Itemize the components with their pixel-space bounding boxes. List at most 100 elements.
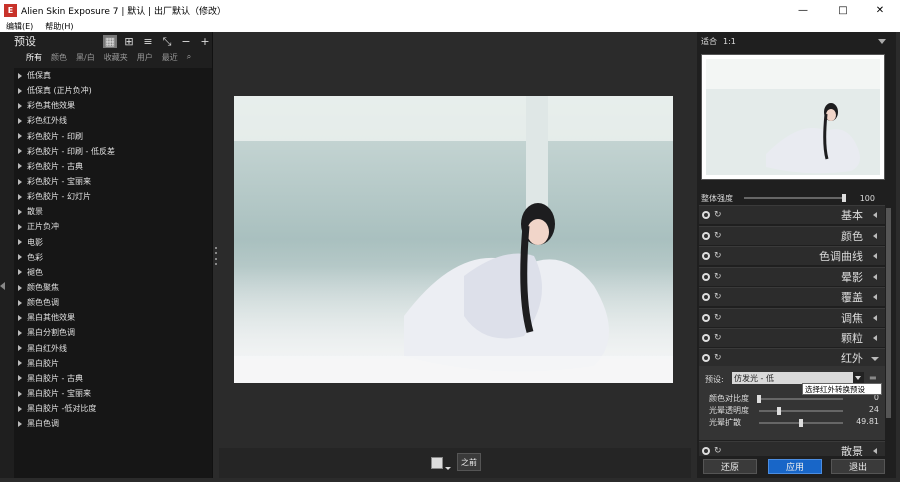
preset-menu-icon[interactable]: ▬ (869, 373, 877, 382)
preset-category[interactable]: 黑白分割色调 (14, 325, 212, 340)
section-header[interactable]: ↻ 颗粒 (699, 328, 885, 347)
preset-category[interactable]: 黑白红外线 (14, 341, 212, 356)
background-color-swatch[interactable] (431, 457, 443, 469)
zoom-label[interactable]: 1:1 (723, 37, 736, 46)
expand-arrow-icon[interactable] (18, 72, 22, 79)
preset-category[interactable]: 低保真 (14, 68, 212, 83)
section-header[interactable]: ↻ 覆盖 (699, 287, 885, 306)
section-enable-toggle[interactable] (702, 211, 710, 219)
section-reset-icon[interactable]: ↻ (714, 251, 722, 261)
section-reset-icon[interactable]: ↻ (714, 313, 722, 323)
expand-arrow-icon[interactable] (18, 223, 22, 230)
before-button[interactable]: 之前 (457, 453, 481, 471)
section-enable-toggle[interactable] (702, 334, 710, 342)
expand-arrow-icon[interactable] (18, 345, 22, 352)
panel-splitter[interactable] (214, 247, 218, 265)
expand-arrow-icon[interactable] (18, 254, 22, 261)
preset-category[interactable]: 彩色胶片 - 宝丽来 (14, 174, 212, 189)
preset-category[interactable]: 颜色色调 (14, 295, 212, 310)
menu-help[interactable]: 帮助(H) (45, 21, 73, 32)
filter-color[interactable]: 颜色 (51, 52, 67, 63)
section-reset-icon[interactable]: ↻ (714, 333, 722, 343)
expand-arrow-icon[interactable] (18, 117, 22, 124)
preset-category[interactable]: 彩色胶片 - 幻灯片 (14, 189, 212, 204)
expand-arrow-icon[interactable] (873, 233, 877, 239)
expand-arrow-icon[interactable] (18, 133, 22, 140)
filter-bw[interactable]: 黑/白 (76, 52, 95, 63)
section-header[interactable]: ↻ 色调曲线 (699, 246, 885, 265)
expand-arrow-icon[interactable] (18, 148, 22, 155)
expand-arrow-icon[interactable] (18, 299, 22, 306)
collapse-left-panel-icon[interactable] (0, 282, 5, 290)
expand-arrow-icon[interactable] (873, 315, 877, 321)
section-enable-toggle[interactable] (702, 252, 710, 260)
section-header[interactable]: ↻ 晕影 (699, 267, 885, 286)
section-header[interactable]: ↻ 基本 (699, 205, 885, 224)
navigator-thumbnail[interactable] (701, 54, 885, 180)
preset-category[interactable]: 黑白胶片 (14, 356, 212, 371)
preset-category[interactable]: 黑白胶片 - 宝丽来 (14, 386, 212, 401)
filter-favorites[interactable]: 收藏夹 (104, 52, 128, 63)
reset-button[interactable]: 还原 (703, 459, 757, 474)
ir-slider-handle[interactable] (757, 395, 761, 403)
expand-arrow-icon[interactable] (18, 375, 22, 382)
preset-category[interactable]: 彩色其他效果 (14, 98, 212, 113)
expand-arrow-icon[interactable] (18, 269, 22, 276)
section-header[interactable]: ↻ 调焦 (699, 308, 885, 327)
intensity-slider-handle[interactable] (842, 194, 846, 202)
expand-arrow-icon[interactable] (18, 87, 22, 94)
menu-edit[interactable]: 编辑(E) (6, 21, 33, 32)
remove-preset-icon[interactable]: − (179, 35, 193, 48)
expand-arrow-icon[interactable] (18, 405, 22, 412)
section-reset-icon[interactable]: ↻ (714, 446, 722, 456)
preset-category[interactable]: 黑白其他效果 (14, 310, 212, 325)
expand-arrow-icon[interactable] (18, 360, 22, 367)
expand-arrow-icon[interactable] (18, 178, 22, 185)
fit-label[interactable]: 适合 (701, 36, 717, 47)
ir-slider-track[interactable] (759, 410, 843, 412)
preset-category[interactable]: 彩色红外线 (14, 113, 212, 128)
expand-arrow-icon[interactable] (18, 239, 22, 246)
ir-slider-handle[interactable] (777, 407, 782, 415)
filter-all[interactable]: 所有 (26, 52, 42, 63)
collapse-icon[interactable]: ⤡ (160, 35, 174, 48)
section-enable-toggle[interactable] (702, 293, 710, 301)
preset-category[interactable]: 低保真 (正片负冲) (14, 83, 212, 98)
close-button[interactable]: ✕ (860, 0, 900, 20)
filter-user[interactable]: 用户 (137, 52, 153, 63)
expand-arrow-icon[interactable] (873, 448, 877, 454)
preset-category[interactable]: 色彩 (14, 250, 212, 265)
expand-arrow-icon[interactable] (18, 314, 22, 321)
expand-arrow-icon[interactable] (18, 163, 22, 170)
preset-category[interactable]: 彩色胶片 - 古典 (14, 159, 212, 174)
section-header[interactable]: ↻ 颜色 (699, 226, 885, 245)
preset-category[interactable]: 彩色胶片 - 印刷 (14, 129, 212, 144)
preset-category[interactable]: 彩色胶片 - 印刷 - 低反差 (14, 144, 212, 159)
expand-arrow-icon[interactable] (873, 212, 877, 218)
preset-category[interactable]: 电影 (14, 235, 212, 250)
section-reset-icon[interactable]: ↻ (714, 272, 722, 282)
exit-button[interactable]: 退出 (831, 459, 885, 474)
ir-slider-handle[interactable] (799, 419, 803, 427)
maximize-button[interactable]: □ (823, 0, 863, 20)
expand-arrow-icon[interactable] (18, 390, 22, 397)
list-view-icon[interactable]: ≡ (141, 35, 155, 48)
preset-category[interactable]: 颜色聚焦 (14, 280, 212, 295)
section-reset-icon[interactable]: ↻ (714, 292, 722, 302)
collapse-arrow-icon[interactable] (871, 357, 879, 361)
expand-arrow-icon[interactable] (18, 420, 22, 427)
section-header[interactable]: ↻ 红外 (699, 348, 885, 367)
expand-arrow-icon[interactable] (18, 329, 22, 336)
section-enable-toggle[interactable] (702, 232, 710, 240)
small-grid-view-icon[interactable]: ⊞ (122, 35, 136, 48)
navigator-menu-icon[interactable] (878, 39, 886, 44)
ir-slider-track[interactable] (759, 398, 843, 400)
search-icon[interactable]: ⌕ (187, 52, 191, 62)
expand-arrow-icon[interactable] (873, 335, 877, 341)
expand-arrow-icon[interactable] (18, 284, 22, 291)
preset-category[interactable]: 黑白色调 (14, 416, 212, 431)
section-enable-toggle[interactable] (702, 447, 710, 455)
section-reset-icon[interactable]: ↻ (714, 210, 722, 220)
preset-category[interactable]: 散景 (14, 204, 212, 219)
apply-button[interactable]: 应用 (768, 459, 822, 474)
